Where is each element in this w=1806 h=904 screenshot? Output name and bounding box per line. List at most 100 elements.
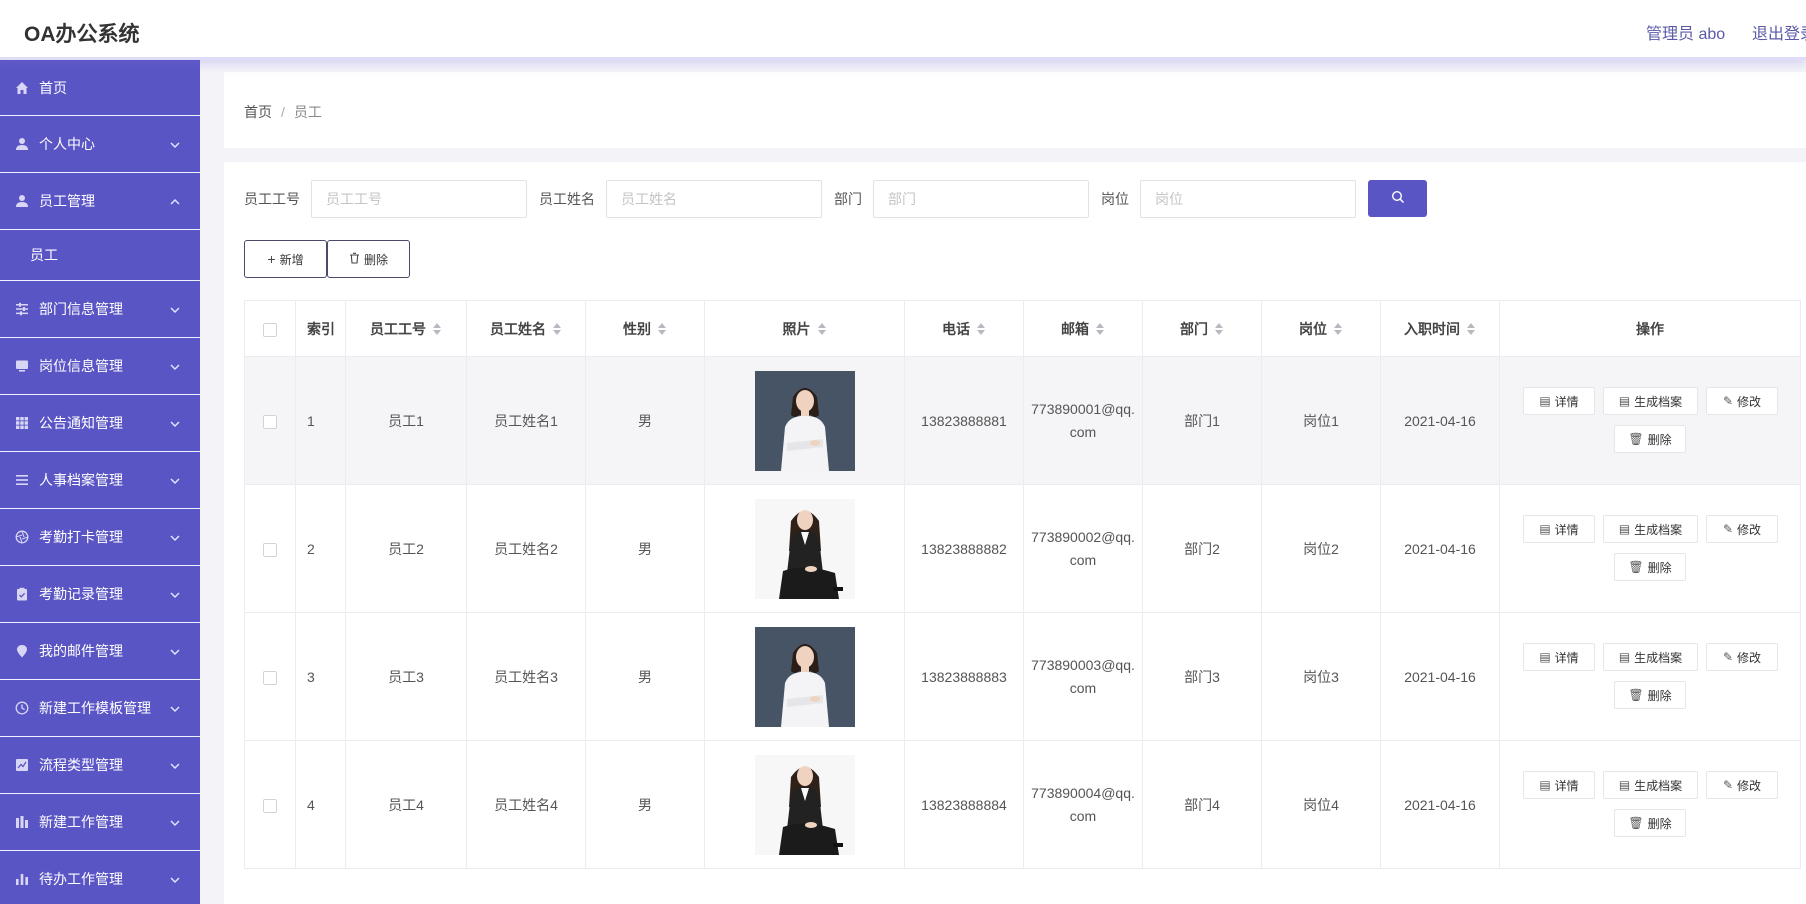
generate-archive-button[interactable]: ▤ 生成档案 <box>1603 771 1698 799</box>
header-phone[interactable]: 电话 <box>904 300 1024 357</box>
search-button[interactable] <box>1368 180 1427 217</box>
delete-button[interactable]: 删除 <box>327 240 410 278</box>
monitor-icon <box>14 358 30 374</box>
generate-archive-button[interactable]: ▤ 生成档案 <box>1603 515 1698 543</box>
cell-index: 1 <box>295 356 346 485</box>
chevron-down-icon <box>170 701 180 715</box>
employee-photo[interactable] <box>755 755 855 855</box>
email-text: 773890004@qq.com <box>1031 784 1135 824</box>
sort-icon[interactable] <box>976 322 986 336</box>
row-select-cell <box>244 356 296 485</box>
sidebar-item-home[interactable]: 首页 <box>0 60 200 116</box>
sidebar-item-label: 员工 <box>30 247 58 263</box>
sidebar-item-notice[interactable]: 公告通知管理 <box>0 395 200 452</box>
cell-index: 3 <box>295 612 346 741</box>
table-row[interactable]: 2 员工2 员工姓名2 男 13823888882 773890002@qq.c… <box>244 484 1801 613</box>
sidebar-item-my-mail[interactable]: 我的邮件管理 <box>0 623 200 680</box>
location-icon <box>14 643 30 659</box>
search-field-department: 部门 <box>834 180 1089 218</box>
cell-post: 岗位3 <box>1261 612 1381 741</box>
edit-button[interactable]: ✎ 修改 <box>1706 515 1778 543</box>
name-input[interactable] <box>606 180 822 218</box>
search-field-post: 岗位 <box>1101 180 1356 218</box>
sidebar-item-post-info[interactable]: 岗位信息管理 <box>0 338 200 395</box>
cell-department: 部门4 <box>1142 740 1262 869</box>
employee-photo[interactable] <box>755 627 855 727</box>
row-delete-button[interactable]: 🗑 删除 <box>1614 809 1686 837</box>
chevron-up-icon <box>170 194 180 208</box>
sidebar-item-work-template[interactable]: 新建工作模板管理 <box>0 680 200 737</box>
edit-button[interactable]: ✎ 修改 <box>1706 771 1778 799</box>
row-checkbox[interactable] <box>263 798 277 813</box>
header-name[interactable]: 员工姓名 <box>466 300 586 357</box>
sort-icon[interactable] <box>657 322 667 336</box>
sort-icon[interactable] <box>1333 322 1343 336</box>
employee-photo[interactable] <box>755 371 855 471</box>
sidebar-item-personal-center[interactable]: 个人中心 <box>0 116 200 173</box>
header-gender[interactable]: 性别 <box>585 300 705 357</box>
sidebar-item-process-type[interactable]: 流程类型管理 <box>0 737 200 794</box>
edit-button[interactable]: ✎ 修改 <box>1706 643 1778 671</box>
search-label: 员工姓名 <box>539 191 595 207</box>
header-emp-no[interactable]: 员工工号 <box>345 300 467 357</box>
cell-hire-date: 2021-04-16 <box>1380 484 1500 613</box>
generate-archive-button[interactable]: ▤ 生成档案 <box>1603 643 1698 671</box>
header-post[interactable]: 岗位 <box>1261 300 1381 357</box>
header-hire-date[interactable]: 入职时间 <box>1380 300 1500 357</box>
cell-name: 员工姓名4 <box>466 740 586 869</box>
table-row[interactable]: 1 员工1 员工姓名1 男 13823888881 773890001@qq.c… <box>244 356 1801 485</box>
sidebar-subitem-employee[interactable]: 员工 <box>0 230 200 281</box>
sidebar-item-todo-work[interactable]: 待办工作管理 <box>0 851 200 904</box>
sort-icon[interactable] <box>552 322 562 336</box>
detail-button[interactable]: ▤ 详情 <box>1523 643 1595 671</box>
edit-button[interactable]: ✎ 修改 <box>1706 387 1778 415</box>
app-title: OA办公系统 <box>24 23 140 46</box>
sidebar-item-new-work[interactable]: 新建工作管理 <box>0 794 200 851</box>
sidebar-item-label: 人事档案管理 <box>39 472 123 488</box>
breadcrumb-home[interactable]: 首页 <box>244 104 272 120</box>
sidebar-item-attendance-punch[interactable]: 考勤打卡管理 <box>0 509 200 566</box>
header-email[interactable]: 邮箱 <box>1023 300 1143 357</box>
sidebar-item-department-info[interactable]: 部门信息管理 <box>0 281 200 338</box>
row-delete-button[interactable]: 🗑 删除 <box>1614 681 1686 709</box>
table-row[interactable]: 3 员工3 员工姓名3 男 13823888883 773890003@qq.c… <box>244 612 1801 741</box>
row-checkbox[interactable] <box>263 414 277 429</box>
row-checkbox[interactable] <box>263 670 277 685</box>
sort-icon[interactable] <box>1466 322 1476 336</box>
row-checkbox[interactable] <box>263 542 277 557</box>
detail-button[interactable]: ▤ 详情 <box>1523 771 1595 799</box>
email-text: 773890001@qq.com <box>1031 400 1135 440</box>
sidebar-item-employee-management[interactable]: 员工管理 <box>0 173 200 230</box>
department-input[interactable] <box>873 180 1089 218</box>
document-icon: ▤ <box>1618 522 1631 536</box>
sidebar-item-hr-archive[interactable]: 人事档案管理 <box>0 452 200 509</box>
table-row[interactable]: 4 员工4 员工姓名4 男 13823888884 773890004@qq.c… <box>244 740 1801 869</box>
detail-button[interactable]: ▤ 详情 <box>1523 387 1595 415</box>
employee-photo[interactable] <box>755 499 855 599</box>
cell-department: 部门3 <box>1142 612 1262 741</box>
sidebar-item-attendance-record[interactable]: 考勤记录管理 <box>0 566 200 623</box>
sidebar-item-label: 员工管理 <box>39 193 95 209</box>
sidebar-item-label: 流程类型管理 <box>39 757 123 773</box>
generate-archive-button[interactable]: ▤ 生成档案 <box>1603 387 1698 415</box>
post-input[interactable] <box>1140 180 1356 218</box>
add-button[interactable]: + 新增 <box>244 240 327 278</box>
cell-phone: 13823888883 <box>904 612 1024 741</box>
emp-no-input[interactable] <box>311 180 527 218</box>
row-delete-button[interactable]: 🗑 删除 <box>1614 425 1686 453</box>
sort-icon[interactable] <box>817 322 827 336</box>
cell-phone: 13823888881 <box>904 356 1024 485</box>
logout-link[interactable]: 退出登录 <box>1752 20 1806 44</box>
row-delete-button[interactable]: 🗑 删除 <box>1614 553 1686 581</box>
chevron-down-icon <box>170 587 180 601</box>
header-photo[interactable]: 照片 <box>704 300 905 357</box>
header-department[interactable]: 部门 <box>1142 300 1262 357</box>
sort-icon[interactable] <box>432 322 442 336</box>
sort-icon[interactable] <box>1095 322 1105 336</box>
plus-icon: + <box>267 251 276 267</box>
email-text: 773890003@qq.com <box>1031 656 1135 696</box>
detail-button[interactable]: ▤ 详情 <box>1523 515 1595 543</box>
sort-icon[interactable] <box>1214 322 1224 336</box>
select-all-checkbox[interactable] <box>263 322 277 337</box>
row-select-cell <box>244 612 296 741</box>
